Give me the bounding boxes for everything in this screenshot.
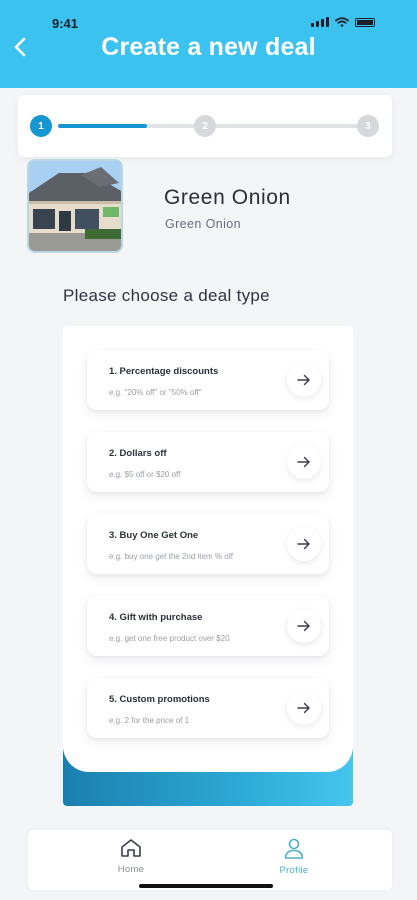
step-3[interactable]: 3 — [357, 115, 379, 137]
home-indicator — [139, 884, 273, 888]
page-title: Create a new deal — [101, 33, 316, 61]
nav-home-label: Home — [117, 864, 145, 875]
arrow-right-button[interactable] — [287, 363, 321, 397]
deal-option-bogo[interactable]: 3. Buy One Get One e.g. buy one get the … — [87, 514, 329, 574]
status-time: 9:41 — [52, 16, 79, 31]
step-1[interactable]: 1 — [30, 115, 52, 137]
deal-example: e.g. "20% off" or "50% off" — [109, 388, 202, 397]
battery-icon — [355, 18, 375, 27]
create-deal-screen: 9:41 Create a new deal 1 2 3 Green Onion… — [0, 0, 417, 900]
arrow-right-icon — [297, 702, 310, 714]
status-icons — [311, 17, 375, 27]
wifi-icon — [335, 17, 349, 27]
deal-example: e.g. get one free product over $20 — [109, 634, 230, 643]
deal-example: e.g. buy one get the 2nd item % off — [109, 552, 233, 561]
status-bar: 9:41 — [0, 0, 417, 36]
store-subtitle: Green Onion — [165, 217, 241, 231]
arrow-right-icon — [297, 538, 310, 550]
deal-option-custom[interactable]: 5. Custom promotions e.g. 2 for the pric… — [87, 678, 329, 738]
signal-icon — [311, 17, 329, 27]
nav-profile-label: Profile — [279, 865, 309, 876]
storefront-image — [29, 161, 121, 251]
arrow-right-icon — [297, 374, 310, 386]
deal-title: 1. Percentage discounts — [109, 366, 219, 377]
step-progress-fill — [58, 124, 147, 128]
deal-option-gift[interactable]: 4. Gift with purchase e.g. get one free … — [87, 596, 329, 656]
section-heading: Please choose a deal type — [63, 286, 270, 305]
deal-option-percentage[interactable]: 1. Percentage discounts e.g. "20% off" o… — [87, 350, 329, 410]
arrow-right-button[interactable] — [287, 445, 321, 479]
deal-title: 3. Buy One Get One — [109, 530, 199, 541]
deal-types-card: 1. Percentage discounts e.g. "20% off" o… — [63, 326, 353, 772]
progress-stepper: 1 2 3 — [18, 95, 392, 157]
store-name: Green Onion — [164, 186, 291, 209]
header-bar: 9:41 Create a new deal — [0, 0, 417, 88]
deal-example: e.g. 2 for the price of 1 — [109, 716, 190, 725]
user-icon — [284, 838, 304, 859]
arrow-right-icon — [297, 620, 310, 632]
deal-option-dollars-off[interactable]: 2. Dollars off e.g. $5 off or $20 off — [87, 432, 329, 492]
deal-title: 4. Gift with purchase — [109, 612, 203, 623]
step-2[interactable]: 2 — [194, 115, 216, 137]
nav-profile[interactable]: Profile — [254, 838, 334, 882]
deal-title: 5. Custom promotions — [109, 694, 210, 705]
arrow-right-button[interactable] — [287, 691, 321, 725]
home-icon — [121, 839, 141, 857]
deal-example: e.g. $5 off or $20 off — [109, 470, 181, 479]
arrow-right-button[interactable] — [287, 609, 321, 643]
nav-home[interactable]: Home — [91, 838, 171, 882]
arrow-right-icon — [297, 456, 310, 468]
deal-title: 2. Dollars off — [109, 448, 167, 459]
arrow-right-button[interactable] — [287, 527, 321, 561]
store-photo — [27, 159, 123, 253]
bottom-nav: Home Profile — [28, 830, 392, 890]
